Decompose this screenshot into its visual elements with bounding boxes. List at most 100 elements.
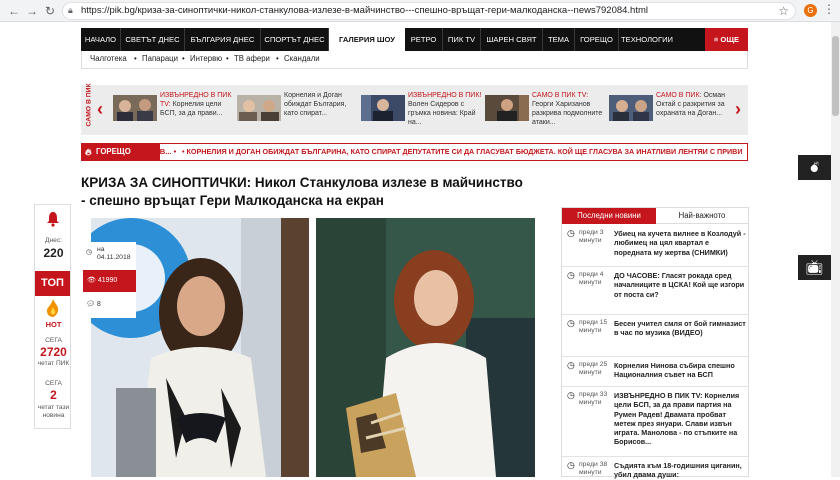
nav-item[interactable]: ТЕХНОЛОГИИ bbox=[619, 28, 675, 51]
subnav-separator: • bbox=[226, 54, 229, 63]
article-headline: КРИЗА ЗА СИНОПТИЧКИ: Никол Станкулова из… bbox=[81, 175, 523, 208]
ticker-previous: РИСОВ... • bbox=[138, 147, 177, 156]
nav-item-active[interactable]: ГАЛЕРИЯ ШОУ bbox=[329, 28, 405, 51]
tab-latest-news[interactable]: Последни новини bbox=[562, 208, 656, 224]
hot-news-ticker[interactable]: 🔥︎ ГОРЕЩО РИСОВ... • • КОРНЕЛИЯ И ДОГАН … bbox=[81, 143, 748, 161]
strip-label: САМО В ПИК bbox=[85, 83, 93, 127]
strip-prefix: САМО В ПИК TV: bbox=[532, 92, 589, 99]
subnav-item[interactable]: Скандали bbox=[284, 54, 320, 63]
chevron-right-icon[interactable]: › bbox=[735, 99, 741, 120]
subnav-separator: • bbox=[276, 54, 279, 63]
sub-navigation: Чалготека • Папараци • Интервю • ТВ афер… bbox=[81, 51, 748, 69]
news-title[interactable]: Корнелия Нинова събира спешно Национални… bbox=[614, 361, 746, 380]
page-scrollbar[interactable] bbox=[831, 22, 840, 477]
views-count: 41990 bbox=[97, 277, 118, 284]
news-time: ◷ преди 25 минути bbox=[567, 360, 608, 377]
subnav-separator: • bbox=[134, 54, 137, 63]
stats-sidebar: Днес: 220 ТОП НОТ СЕГА 2720 четат ПИК СЕ… bbox=[34, 204, 71, 429]
today-count: 220 bbox=[43, 246, 64, 260]
subnav-item[interactable]: ТВ афери bbox=[234, 54, 270, 63]
chevron-left-icon[interactable]: ‹ bbox=[97, 99, 103, 120]
strip-text: Корнелия и Доган обиждат България, като … bbox=[284, 92, 347, 117]
nav-item[interactable]: РЕТРО bbox=[405, 28, 443, 51]
address-bar[interactable]: 🔒︎ https://pik.bg/криза-за-синоптички-ни… bbox=[62, 2, 796, 20]
article-photo-right[interactable] bbox=[316, 218, 535, 477]
subnav-item[interactable]: Интервю bbox=[190, 54, 222, 63]
eye-icon: 👁︎ bbox=[87, 277, 98, 284]
thumbnail bbox=[361, 95, 405, 121]
today-label: Днес: bbox=[45, 237, 62, 244]
news-item[interactable]: ◷ преди 33 минути ИЗВЪНРЕДНО В ПИК TV: Ко… bbox=[562, 387, 748, 457]
subnav-item[interactable]: Чалготека bbox=[90, 54, 127, 63]
article-readers-caption: четат тази новина bbox=[37, 404, 70, 419]
more-menu-button[interactable]: ≡ ОЩЕ bbox=[705, 28, 748, 51]
strip-item[interactable]: САМО В ПИК: Осман Октай с разкрития за о… bbox=[609, 91, 734, 131]
thumbnail bbox=[237, 95, 281, 121]
strip-item[interactable]: Корнелия и Доган обиждат България, като … bbox=[237, 91, 362, 131]
bomb-icon[interactable]: 💣︎ bbox=[798, 155, 831, 180]
nav-item[interactable]: ПИК TV bbox=[443, 28, 481, 51]
comment-icon[interactable]: 💬︎ 8 bbox=[86, 300, 139, 308]
exclusive-strip: САМО В ПИК ‹ › ИЗВЪНРЕДНО В ПИК TV: Корн… bbox=[81, 83, 748, 135]
top-button[interactable]: ТОП bbox=[35, 271, 70, 296]
comments-count: 8 bbox=[96, 301, 101, 308]
profile-avatar[interactable]: G bbox=[804, 4, 817, 17]
clock-icon: ◷ bbox=[567, 228, 575, 238]
strip-item[interactable]: ИЗВЪНРЕДНО В ПИК TV: Корнелия цели БСП, … bbox=[113, 91, 238, 131]
news-title[interactable]: Убиец на кучета вилнее в Козлодуй - люби… bbox=[614, 229, 746, 257]
news-time: ◷ преди 33 минути bbox=[567, 390, 608, 407]
strip-text: Волен Сидеров с гръмка новина: Край на..… bbox=[408, 101, 476, 126]
news-title[interactable]: ДО ЧАСОВЕ: Гласят рокада сред началницит… bbox=[614, 271, 746, 299]
more-label: ОЩЕ bbox=[720, 35, 740, 44]
forward-arrow-icon[interactable]: → bbox=[24, 3, 40, 19]
nav-item[interactable]: НАЧАЛО bbox=[81, 28, 121, 51]
nav-item[interactable]: ШАРЕН СВЯТ bbox=[481, 28, 543, 51]
strip-prefix: ИЗВЪНРЕДНО В ПИК! bbox=[408, 92, 482, 99]
hot-label[interactable]: НОТ bbox=[35, 321, 72, 329]
now-readers-caption: четат ПИК bbox=[37, 360, 70, 367]
url-text: https://pik.bg/криза-за-синоптички-никол… bbox=[81, 5, 649, 16]
nav-item[interactable]: СВЕТЪТ ДНЕС bbox=[121, 28, 185, 51]
bell-icon[interactable] bbox=[45, 211, 61, 227]
strip-text: Георги Харизанов разкрива подмолните ата… bbox=[532, 101, 603, 126]
clock-icon: ◷ bbox=[567, 360, 575, 370]
news-title[interactable]: Бесен учител смля от бой гимназист в час… bbox=[614, 319, 746, 338]
news-item[interactable]: ◷ преди 38 минути Съдията към 18-годишния… bbox=[562, 457, 748, 480]
star-icon[interactable]: ☆ bbox=[778, 4, 789, 18]
subnav-item[interactable]: Папараци bbox=[142, 54, 178, 63]
now-label: СЕГА bbox=[45, 337, 62, 344]
strip-item[interactable]: ИЗВЪНРЕДНО В ПИК! Волен Сидеров с гръмка… bbox=[361, 91, 486, 131]
nav-item[interactable]: БЪЛГАРИЯ ДНЕС bbox=[185, 28, 261, 51]
tab-top-news[interactable]: Най-важното bbox=[656, 208, 748, 224]
article-date: на 04.11.2018 bbox=[97, 246, 131, 261]
news-title[interactable]: ИЗВЪНРЕДНО В ПИК TV: Корнелия цели БСП, … bbox=[614, 391, 746, 447]
strip-item[interactable]: САМО В ПИК TV: Георги Харизанов разкрива… bbox=[485, 91, 610, 131]
views-badge: 👁︎ 41990 bbox=[83, 270, 136, 292]
nav-item[interactable]: ГОРЕЩО bbox=[575, 28, 619, 51]
ticker-text[interactable]: • КОРНЕЛИЯ И ДОГАН ОБИЖДАТ БЪЛГАРИНА, КА… bbox=[182, 144, 747, 160]
now2-label: СЕГА bbox=[45, 380, 62, 387]
subnav-separator: • bbox=[182, 54, 185, 63]
news-item[interactable]: ◷ преди 3 минути Убиец на кучета вилнее в… bbox=[562, 225, 748, 267]
clock-icon: ◷ bbox=[567, 318, 575, 328]
news-time: ◷ преди 3 минути bbox=[567, 228, 604, 245]
flame-icon: 🔥︎ bbox=[85, 147, 92, 157]
news-item[interactable]: ◷ преди 15 минути Бесен учител смля от бо… bbox=[562, 315, 748, 357]
browser-toolbar: ← → ↻ 🔒︎ https://pik.bg/криза-за-синопти… bbox=[0, 0, 840, 22]
article-readers-count: 2 bbox=[50, 388, 57, 402]
flame-icon bbox=[46, 299, 60, 317]
nav-item[interactable]: ТЕМА bbox=[543, 28, 575, 51]
menu-dots-icon[interactable]: ⋮ bbox=[823, 2, 835, 16]
back-arrow-icon[interactable]: ← bbox=[6, 3, 22, 19]
scrollbar-thumb[interactable] bbox=[832, 36, 839, 116]
news-item[interactable]: ◷ преди 4 минути ДО ЧАСОВЕ: Гласят рокада… bbox=[562, 267, 748, 315]
clock-icon: ◷ bbox=[567, 460, 575, 470]
news-time: ◷ преди 38 минути bbox=[567, 460, 608, 477]
thumbnail bbox=[485, 95, 529, 121]
tv-icon[interactable]: 📺︎ bbox=[798, 255, 831, 280]
reload-icon[interactable]: ↻ bbox=[42, 3, 58, 19]
news-item[interactable]: ◷ преди 25 минути Корнелия Нинова събира … bbox=[562, 357, 748, 387]
nav-item[interactable]: СПОРТЪТ ДНЕС bbox=[261, 28, 329, 51]
clock-icon: ◷ bbox=[567, 390, 575, 400]
news-time: ◷ преди 4 минути bbox=[567, 270, 604, 287]
